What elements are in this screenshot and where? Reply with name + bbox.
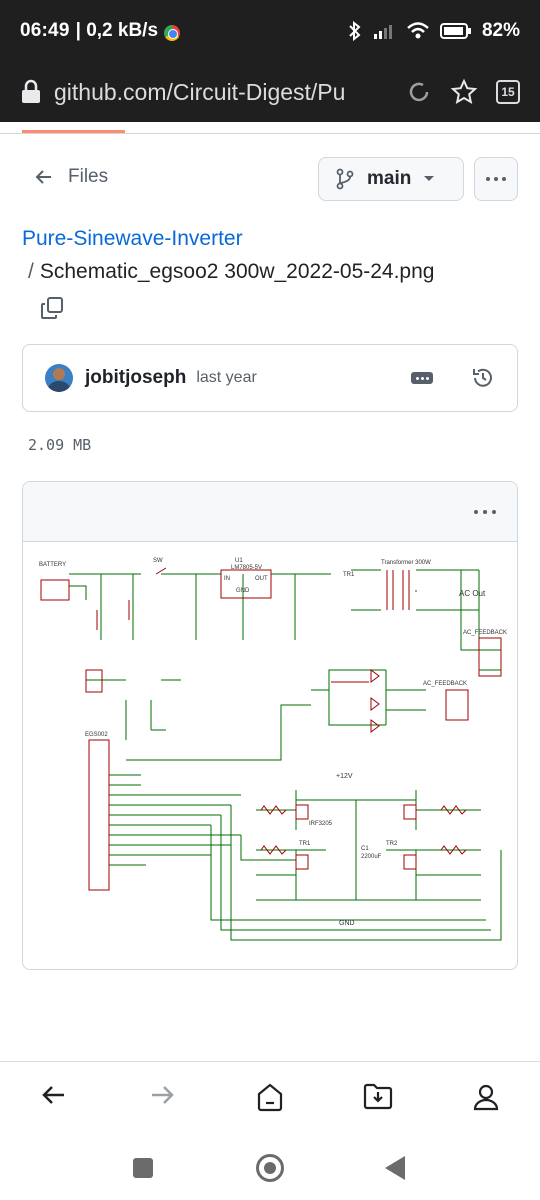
home-icon[interactable] [256,1082,284,1112]
schematic-label-egs002: EGS002 [85,732,108,738]
path-separator: / [28,260,34,283]
header-divider [0,133,540,134]
schematic-image: BATTERY SW U1 LM7805-5V IN OUT GND TR1 T… [39,558,507,941]
viewer-header [23,482,517,542]
branch-selector-button[interactable]: main [318,157,464,201]
status-speed: | 0,2 kB/s [75,20,159,41]
system-back-icon[interactable] [385,1156,405,1180]
browser-address-bar: github.com/Circuit-Digest/Pu 15 [0,62,540,122]
commit-message-toggle[interactable] [411,372,433,384]
avatar[interactable] [45,364,73,392]
git-branch-icon [336,168,354,190]
bluetooth-icon [349,21,361,41]
schematic-label-tr2: TR2 [386,841,398,847]
url-text[interactable]: github.com/Circuit-Digest/Pu [54,79,394,106]
battery-icon [439,23,471,39]
recent-apps-icon[interactable] [133,1158,153,1178]
repo-link[interactable]: Pure-Sinewave-Inverter [22,227,243,251]
schematic-label-ac-feedback-2: AC_FEEDBACK [423,681,467,687]
back-arrow-icon[interactable] [41,1082,67,1108]
caret-down-icon [424,176,435,181]
schematic-label-tr1: TR1 [343,572,355,578]
account-icon[interactable] [472,1082,500,1112]
schematic-label-tr1b: TR1 [299,841,311,847]
file-path: / Schematic_egsoo2 300w_2022-05-24.png [28,260,434,284]
file-size: 2.09 MB [28,436,92,454]
home-button-icon[interactable] [256,1154,284,1182]
battery-level: 82% [481,20,520,41]
files-label: Files [68,166,109,187]
schematic-label-sw: SW [153,558,163,564]
schematic-label-ac-feedback: AC_FEEDBACK [463,630,507,636]
tab-switcher-button[interactable]: 15 [496,80,520,104]
arrow-left-icon [35,170,51,184]
status-time: 06:49 [20,20,70,41]
star-icon[interactable] [450,78,478,106]
schematic-label-gnd: GND [236,588,250,594]
kebab-horizontal-icon[interactable] [473,509,497,515]
file-name: Schematic_egsoo2 300w_2022-05-24.png [39,260,435,283]
branch-name: main [367,168,412,189]
schematic-label-u1: U1 [235,558,243,564]
commit-author[interactable]: jobitjoseph [85,367,186,389]
schematic-label-lm7805: LM7805-5V [231,565,262,571]
copy-icon [41,297,63,319]
schematic-label-out: OUT [255,576,268,582]
reload-icon[interactable] [406,79,432,105]
history-icon[interactable] [471,366,495,390]
copy-path-button[interactable] [40,296,64,325]
image-viewer: BATTERY SW U1 LM7805-5V IN OUT GND TR1 T… [22,481,518,970]
kebab-horizontal-icon [486,177,506,181]
wifi-icon [407,22,429,39]
schematic-label-ac-out: AC Out [459,589,486,598]
chrome-notification-icon [164,25,181,41]
schematic-label-c1-value: 2200uF [361,854,382,860]
schematic-label-q1: IRF3205 [309,821,333,827]
schematic-label-c1: C1 [361,846,369,852]
schematic-label-gnd-bottom: GND [339,920,355,927]
commit-time[interactable]: last year [196,369,256,387]
schematic-label-battery: BATTERY [39,562,66,568]
status-bar: 06:49 | 0,2 kB/s 82% [0,0,540,62]
browser-bottom-nav [0,1061,540,1137]
schematic-label-transformer: Transformer 300W [381,560,431,566]
more-options-button[interactable] [474,157,518,201]
signal-icon [373,25,392,39]
lock-icon[interactable] [20,79,42,105]
schematic-label-in: IN [224,576,230,582]
files-back-link[interactable]: Files [34,166,108,188]
schematic-label-12v: +12V [336,773,353,780]
latest-commit-box: jobitjoseph last year [22,344,518,412]
downloads-folder-icon[interactable] [363,1082,393,1110]
forward-arrow-icon[interactable] [149,1082,175,1108]
system-nav-bar [0,1137,540,1200]
